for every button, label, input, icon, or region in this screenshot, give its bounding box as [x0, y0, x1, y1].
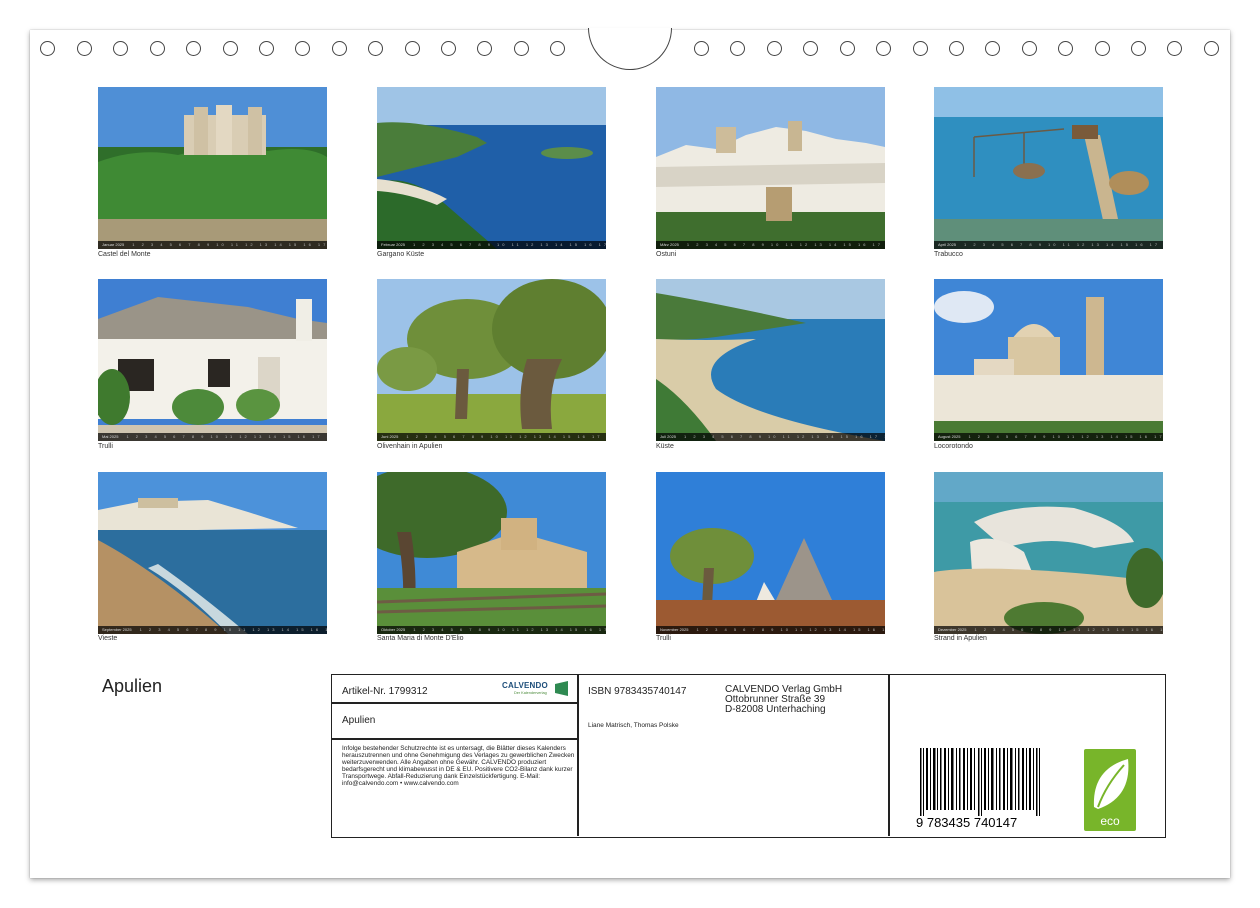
logo-subtitle: Der Kalenderverlag [514, 691, 547, 695]
binding-ring [295, 41, 310, 56]
binding-ring [332, 41, 347, 56]
month-strip: September 2025 1 2 3 4 5 6 7 8 9 10 11 12… [98, 626, 327, 634]
product-title: Apulien [342, 715, 376, 726]
binding-ring [150, 41, 165, 56]
logo-mark-icon [555, 681, 568, 696]
barcode-area: 9 783435 740147 eco [888, 675, 1164, 836]
photo-trulli-field: November 2025 1 2 3 4 5 6 7 8 9 10 11 12 … [656, 472, 885, 634]
photo-olivenhain: Juni 2025 1 2 3 4 5 6 7 8 9 10 11 12 13 1… [377, 279, 606, 441]
month-strip: März 2025 1 2 3 4 5 6 7 8 9 10 11 12 13 1… [656, 241, 885, 249]
photo-caption: Strand in Apulien [934, 635, 987, 642]
binding-ring [949, 41, 964, 56]
binding-ring [259, 41, 274, 56]
divider [332, 738, 577, 740]
photo-caption: Locorotondo [934, 443, 973, 450]
binding-ring [550, 41, 565, 56]
month-label: August 2025 [938, 434, 961, 439]
binding-ring [405, 41, 420, 56]
product-info-box: Artikel-Nr. 1799312 CALVENDO Der Kalende… [331, 674, 1166, 838]
photo-caption: Trabucco [934, 251, 963, 258]
binding-ring [113, 41, 128, 56]
photo-caption: Olivenhain in Apulien [377, 443, 443, 450]
barcode: 9 783435 740147 [916, 748, 1040, 828]
photo-caption: Trulli [98, 443, 113, 450]
photo-trabucco: April 2025 1 2 3 4 5 6 7 8 9 10 11 12 13 … [934, 87, 1163, 249]
month-label: November 2025 [660, 627, 689, 632]
photo-vieste: September 2025 1 2 3 4 5 6 7 8 9 10 11 12… [98, 472, 327, 634]
month-strip: Februar 2025 1 2 3 4 5 6 7 8 9 10 11 12 1… [377, 241, 606, 249]
month-strip: Januar 2025 1 2 3 4 5 6 7 8 9 10 11 12 13… [98, 241, 327, 249]
binding-ring [40, 41, 55, 56]
month-strip: Mai 2025 1 2 3 4 5 6 7 8 9 10 11 12 13 14… [98, 433, 327, 441]
month-label: September 2025 [102, 627, 132, 632]
binding-ring [186, 41, 201, 56]
binding-ring [876, 41, 891, 56]
binding-ring [514, 41, 529, 56]
photo-caption: Ostuni [656, 251, 677, 258]
legal-text: Infolge bestehender Schutzrechte ist es … [342, 745, 575, 787]
binding-ring [1058, 41, 1073, 56]
photo-caption: Castel del Monte [98, 251, 151, 258]
photo-caption: Trulli [656, 635, 671, 642]
month-strip: Juli 2025 1 2 3 4 5 6 7 8 9 10 11 12 13 1… [656, 433, 885, 441]
photo-castel-del-monte: Januar 2025 1 2 3 4 5 6 7 8 9 10 11 12 13… [98, 87, 327, 249]
isbn: ISBN 9783435740147 [588, 686, 687, 697]
month-strip: Dezember 2025 1 2 3 4 5 6 7 8 9 10 11 12 … [934, 626, 1163, 634]
binding-ring [730, 41, 745, 56]
month-strip: April 2025 1 2 3 4 5 6 7 8 9 10 11 12 13 … [934, 241, 1163, 249]
month-label: April 2025 [938, 242, 957, 247]
publisher-city: D-82008 Unterhaching [725, 704, 826, 715]
binding-ring [368, 41, 383, 56]
article-number: Artikel-Nr. 1799312 [342, 686, 428, 697]
photo-locorotondo: August 2025 1 2 3 4 5 6 7 8 9 10 11 12 13… [934, 279, 1163, 441]
photo-santa-maria: Oktober 2025 1 2 3 4 5 6 7 8 9 10 11 12 1… [377, 472, 606, 634]
authors: Liane Matrisch, Thomas Polske [588, 722, 679, 729]
eco-label: eco [1100, 814, 1120, 828]
month-label: Oktober 2025 [381, 627, 406, 632]
month-label: Januar 2025 [102, 242, 125, 247]
photo-trulli: Mai 2025 1 2 3 4 5 6 7 8 9 10 11 12 13 14… [98, 279, 327, 441]
binding-ring [223, 41, 238, 56]
month-label: Juni 2025 [381, 434, 399, 439]
photo-caption: Santa Maria di Monte D'Elio [377, 635, 464, 642]
photo-gargano-kueste: Februar 2025 1 2 3 4 5 6 7 8 9 10 11 12 1… [377, 87, 606, 249]
photo-strand: Dezember 2025 1 2 3 4 5 6 7 8 9 10 11 12 … [934, 472, 1163, 634]
calvendo-logo: CALVENDO Der Kalenderverlag [502, 680, 568, 698]
month-label: Mai 2025 [102, 434, 119, 439]
month-label: Juli 2025 [660, 434, 677, 439]
month-label: Dezember 2025 [938, 627, 967, 632]
month-label: Februar 2025 [381, 242, 406, 247]
divider [332, 702, 577, 704]
binding-ring [1095, 41, 1110, 56]
photo-caption: Vieste [98, 635, 118, 642]
binding-ring [1131, 41, 1146, 56]
month-strip: Juni 2025 1 2 3 4 5 6 7 8 9 10 11 12 13 1… [377, 433, 606, 441]
binding-ring [803, 41, 818, 56]
photo-caption: Küste [656, 443, 674, 450]
binding-ring [1204, 41, 1219, 56]
binding-ring [913, 41, 928, 56]
month-strip: November 2025 1 2 3 4 5 6 7 8 9 10 11 12 … [656, 626, 885, 634]
binding-ring [441, 41, 456, 56]
month-strip: August 2025 1 2 3 4 5 6 7 8 9 10 11 12 13… [934, 433, 1163, 441]
binding-ring [840, 41, 855, 56]
binding-ring [77, 41, 92, 56]
photo-kueste: Juli 2025 1 2 3 4 5 6 7 8 9 10 11 12 13 1… [656, 279, 885, 441]
logo-text: CALVENDO [502, 681, 548, 690]
photo-caption: Gargano Küste [377, 251, 425, 258]
binding-ring [985, 41, 1000, 56]
month-strip: Oktober 2025 1 2 3 4 5 6 7 8 9 10 11 12 1… [377, 626, 606, 634]
binding-ring [477, 41, 492, 56]
binding-ring [1167, 41, 1182, 56]
binding-ring [767, 41, 782, 56]
barcode-number: 9 783435 740147 [916, 815, 1017, 828]
eco-badge: eco [1084, 749, 1136, 831]
binding-ring [694, 41, 709, 56]
month-label: März 2025 [660, 242, 679, 247]
calendar-title: Apulien [102, 676, 163, 696]
binding-ring [1022, 41, 1037, 56]
leaf-icon: eco [1093, 759, 1129, 828]
photo-ostuni: März 2025 1 2 3 4 5 6 7 8 9 10 11 12 13 1… [656, 87, 885, 249]
